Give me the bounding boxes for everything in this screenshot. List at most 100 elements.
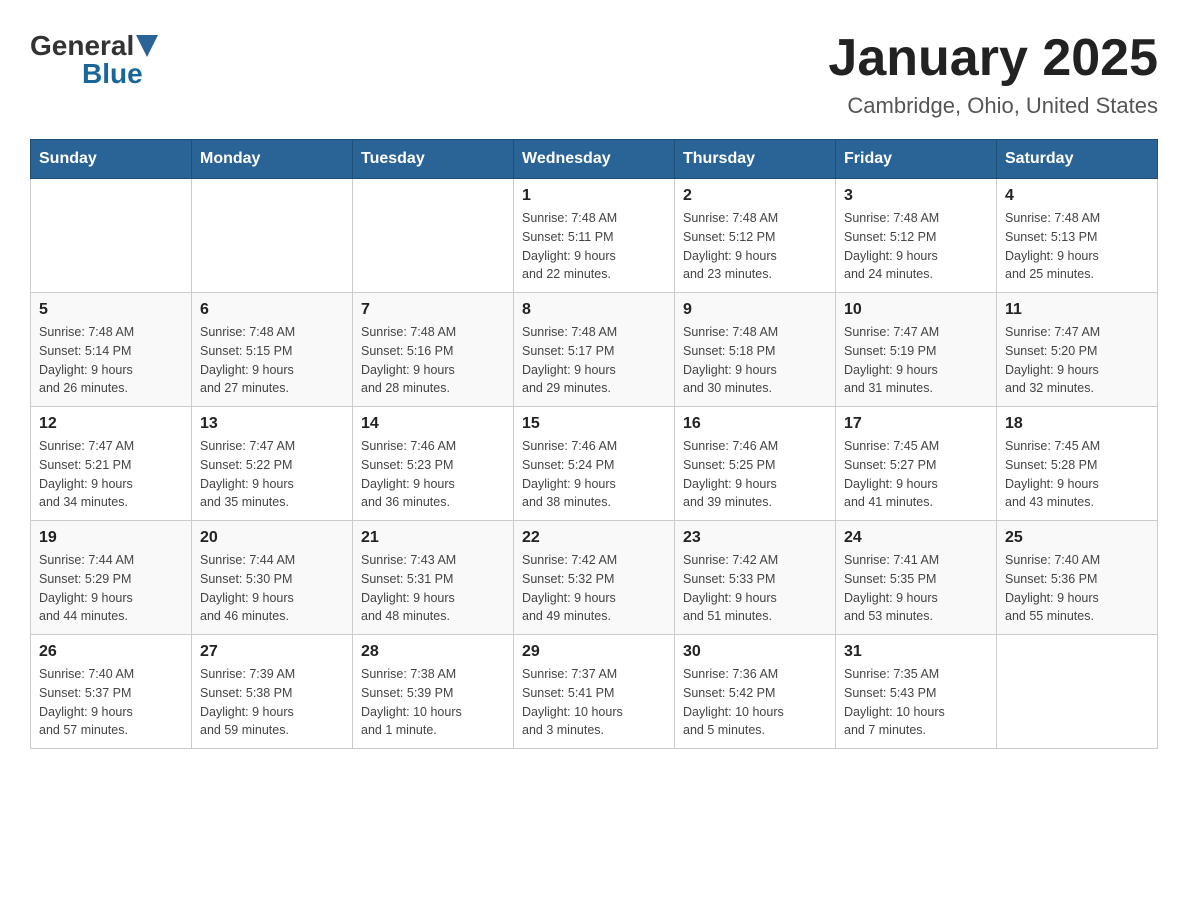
day-number: 14	[361, 415, 505, 433]
calendar-cell: 4 Sunrise: 7:48 AM Sunset: 5:13 PM Daylig…	[997, 179, 1158, 293]
calendar-cell: 17 Sunrise: 7:45 AM Sunset: 5:27 PM Dayli…	[836, 407, 997, 521]
calendar-cell: 31Sunrise: 7:35 AM Sunset: 5:43 PM Dayli…	[836, 635, 997, 749]
day-info: Sunrise: 7:48 AM Sunset: 5:12 PM Dayligh…	[844, 209, 988, 284]
day-number: 16	[683, 415, 827, 433]
calendar-cell: 7 Sunrise: 7:48 AM Sunset: 5:16 PM Daylig…	[353, 293, 514, 407]
day-number: 13	[200, 415, 344, 433]
day-info: Sunrise: 7:45 AM Sunset: 5:27 PM Dayligh…	[844, 437, 988, 512]
day-header-tuesday: Tuesday	[353, 140, 514, 179]
day-info: Sunrise: 7:43 AM Sunset: 5:31 PM Dayligh…	[361, 551, 505, 626]
day-number: 7	[361, 301, 505, 319]
day-info: Sunrise: 7:48 AM Sunset: 5:14 PM Dayligh…	[39, 323, 183, 398]
day-header-monday: Monday	[192, 140, 353, 179]
calendar-cell	[31, 179, 192, 293]
day-info: Sunrise: 7:37 AM Sunset: 5:41 PM Dayligh…	[522, 665, 666, 740]
day-info: Sunrise: 7:47 AM Sunset: 5:22 PM Dayligh…	[200, 437, 344, 512]
day-header-thursday: Thursday	[675, 140, 836, 179]
day-info: Sunrise: 7:40 AM Sunset: 5:36 PM Dayligh…	[1005, 551, 1149, 626]
day-info: Sunrise: 7:48 AM Sunset: 5:16 PM Dayligh…	[361, 323, 505, 398]
day-info: Sunrise: 7:48 AM Sunset: 5:15 PM Dayligh…	[200, 323, 344, 398]
calendar-cell	[353, 179, 514, 293]
day-info: Sunrise: 7:48 AM Sunset: 5:17 PM Dayligh…	[522, 323, 666, 398]
day-info: Sunrise: 7:40 AM Sunset: 5:37 PM Dayligh…	[39, 665, 183, 740]
header: General Blue January 2025 Cambridge, Ohi…	[30, 30, 1158, 119]
logo-blue-text: Blue	[82, 58, 143, 90]
calendar-cell: 13 Sunrise: 7:47 AM Sunset: 5:22 PM Dayli…	[192, 407, 353, 521]
calendar-table: SundayMondayTuesdayWednesdayThursdayFrid…	[30, 139, 1158, 749]
day-number: 9	[683, 301, 827, 319]
day-number: 24	[844, 529, 988, 547]
day-info: Sunrise: 7:36 AM Sunset: 5:42 PM Dayligh…	[683, 665, 827, 740]
calendar-cell: 6 Sunrise: 7:48 AM Sunset: 5:15 PM Daylig…	[192, 293, 353, 407]
day-info: Sunrise: 7:47 AM Sunset: 5:19 PM Dayligh…	[844, 323, 988, 398]
day-info: Sunrise: 7:39 AM Sunset: 5:38 PM Dayligh…	[200, 665, 344, 740]
day-info: Sunrise: 7:48 AM Sunset: 5:13 PM Dayligh…	[1005, 209, 1149, 284]
calendar-week-row: 1 Sunrise: 7:48 AM Sunset: 5:11 PM Daylig…	[31, 179, 1158, 293]
day-number: 18	[1005, 415, 1149, 433]
calendar-cell: 22 Sunrise: 7:42 AM Sunset: 5:32 PM Dayli…	[514, 521, 675, 635]
day-info: Sunrise: 7:44 AM Sunset: 5:29 PM Dayligh…	[39, 551, 183, 626]
day-number: 27	[200, 643, 344, 661]
day-info: Sunrise: 7:38 AM Sunset: 5:39 PM Dayligh…	[361, 665, 505, 740]
day-number: 10	[844, 301, 988, 319]
day-number: 8	[522, 301, 666, 319]
page-title: January 2025	[828, 30, 1158, 87]
calendar-cell: 15Sunrise: 7:46 AM Sunset: 5:24 PM Dayli…	[514, 407, 675, 521]
day-number: 3	[844, 187, 988, 205]
day-number: 19	[39, 529, 183, 547]
page-subtitle: Cambridge, Ohio, United States	[828, 93, 1158, 119]
calendar-cell: 24 Sunrise: 7:41 AM Sunset: 5:35 PM Dayli…	[836, 521, 997, 635]
calendar-cell: 9 Sunrise: 7:48 AM Sunset: 5:18 PM Daylig…	[675, 293, 836, 407]
day-info: Sunrise: 7:42 AM Sunset: 5:33 PM Dayligh…	[683, 551, 827, 626]
calendar-cell: 16 Sunrise: 7:46 AM Sunset: 5:25 PM Dayli…	[675, 407, 836, 521]
calendar-cell: 18 Sunrise: 7:45 AM Sunset: 5:28 PM Dayli…	[997, 407, 1158, 521]
day-info: Sunrise: 7:41 AM Sunset: 5:35 PM Dayligh…	[844, 551, 988, 626]
calendar-cell: 5 Sunrise: 7:48 AM Sunset: 5:14 PM Daylig…	[31, 293, 192, 407]
calendar-cell: 26Sunrise: 7:40 AM Sunset: 5:37 PM Dayli…	[31, 635, 192, 749]
day-number: 23	[683, 529, 827, 547]
calendar-cell: 11 Sunrise: 7:47 AM Sunset: 5:20 PM Dayli…	[997, 293, 1158, 407]
day-number: 22	[522, 529, 666, 547]
calendar-week-row: 26Sunrise: 7:40 AM Sunset: 5:37 PM Dayli…	[31, 635, 1158, 749]
calendar-cell: 23 Sunrise: 7:42 AM Sunset: 5:33 PM Dayli…	[675, 521, 836, 635]
day-number: 21	[361, 529, 505, 547]
title-area: January 2025 Cambridge, Ohio, United Sta…	[828, 30, 1158, 119]
day-header-saturday: Saturday	[997, 140, 1158, 179]
calendar-week-row: 19 Sunrise: 7:44 AM Sunset: 5:29 PM Dayli…	[31, 521, 1158, 635]
calendar-cell: 14Sunrise: 7:46 AM Sunset: 5:23 PM Dayli…	[353, 407, 514, 521]
day-info: Sunrise: 7:44 AM Sunset: 5:30 PM Dayligh…	[200, 551, 344, 626]
logo: General Blue	[30, 30, 158, 90]
calendar-header-row: SundayMondayTuesdayWednesdayThursdayFrid…	[31, 140, 1158, 179]
day-info: Sunrise: 7:48 AM Sunset: 5:18 PM Dayligh…	[683, 323, 827, 398]
day-number: 25	[1005, 529, 1149, 547]
day-header-sunday: Sunday	[31, 140, 192, 179]
day-info: Sunrise: 7:42 AM Sunset: 5:32 PM Dayligh…	[522, 551, 666, 626]
calendar-cell: 19 Sunrise: 7:44 AM Sunset: 5:29 PM Dayli…	[31, 521, 192, 635]
day-number: 31	[844, 643, 988, 661]
calendar-cell	[192, 179, 353, 293]
day-number: 29	[522, 643, 666, 661]
day-number: 2	[683, 187, 827, 205]
day-number: 28	[361, 643, 505, 661]
day-info: Sunrise: 7:46 AM Sunset: 5:25 PM Dayligh…	[683, 437, 827, 512]
calendar-cell	[997, 635, 1158, 749]
day-number: 15	[522, 415, 666, 433]
calendar-week-row: 12Sunrise: 7:47 AM Sunset: 5:21 PM Dayli…	[31, 407, 1158, 521]
day-number: 1	[522, 187, 666, 205]
day-header-wednesday: Wednesday	[514, 140, 675, 179]
day-info: Sunrise: 7:48 AM Sunset: 5:11 PM Dayligh…	[522, 209, 666, 284]
day-number: 17	[844, 415, 988, 433]
calendar-cell: 12Sunrise: 7:47 AM Sunset: 5:21 PM Dayli…	[31, 407, 192, 521]
calendar-cell: 25 Sunrise: 7:40 AM Sunset: 5:36 PM Dayli…	[997, 521, 1158, 635]
calendar-cell: 10 Sunrise: 7:47 AM Sunset: 5:19 PM Dayli…	[836, 293, 997, 407]
day-number: 6	[200, 301, 344, 319]
day-number: 11	[1005, 301, 1149, 319]
day-number: 20	[200, 529, 344, 547]
day-info: Sunrise: 7:47 AM Sunset: 5:20 PM Dayligh…	[1005, 323, 1149, 398]
calendar-cell: 21 Sunrise: 7:43 AM Sunset: 5:31 PM Dayli…	[353, 521, 514, 635]
day-number: 5	[39, 301, 183, 319]
calendar-cell: 30Sunrise: 7:36 AM Sunset: 5:42 PM Dayli…	[675, 635, 836, 749]
day-number: 4	[1005, 187, 1149, 205]
day-info: Sunrise: 7:45 AM Sunset: 5:28 PM Dayligh…	[1005, 437, 1149, 512]
calendar-cell: 3 Sunrise: 7:48 AM Sunset: 5:12 PM Daylig…	[836, 179, 997, 293]
